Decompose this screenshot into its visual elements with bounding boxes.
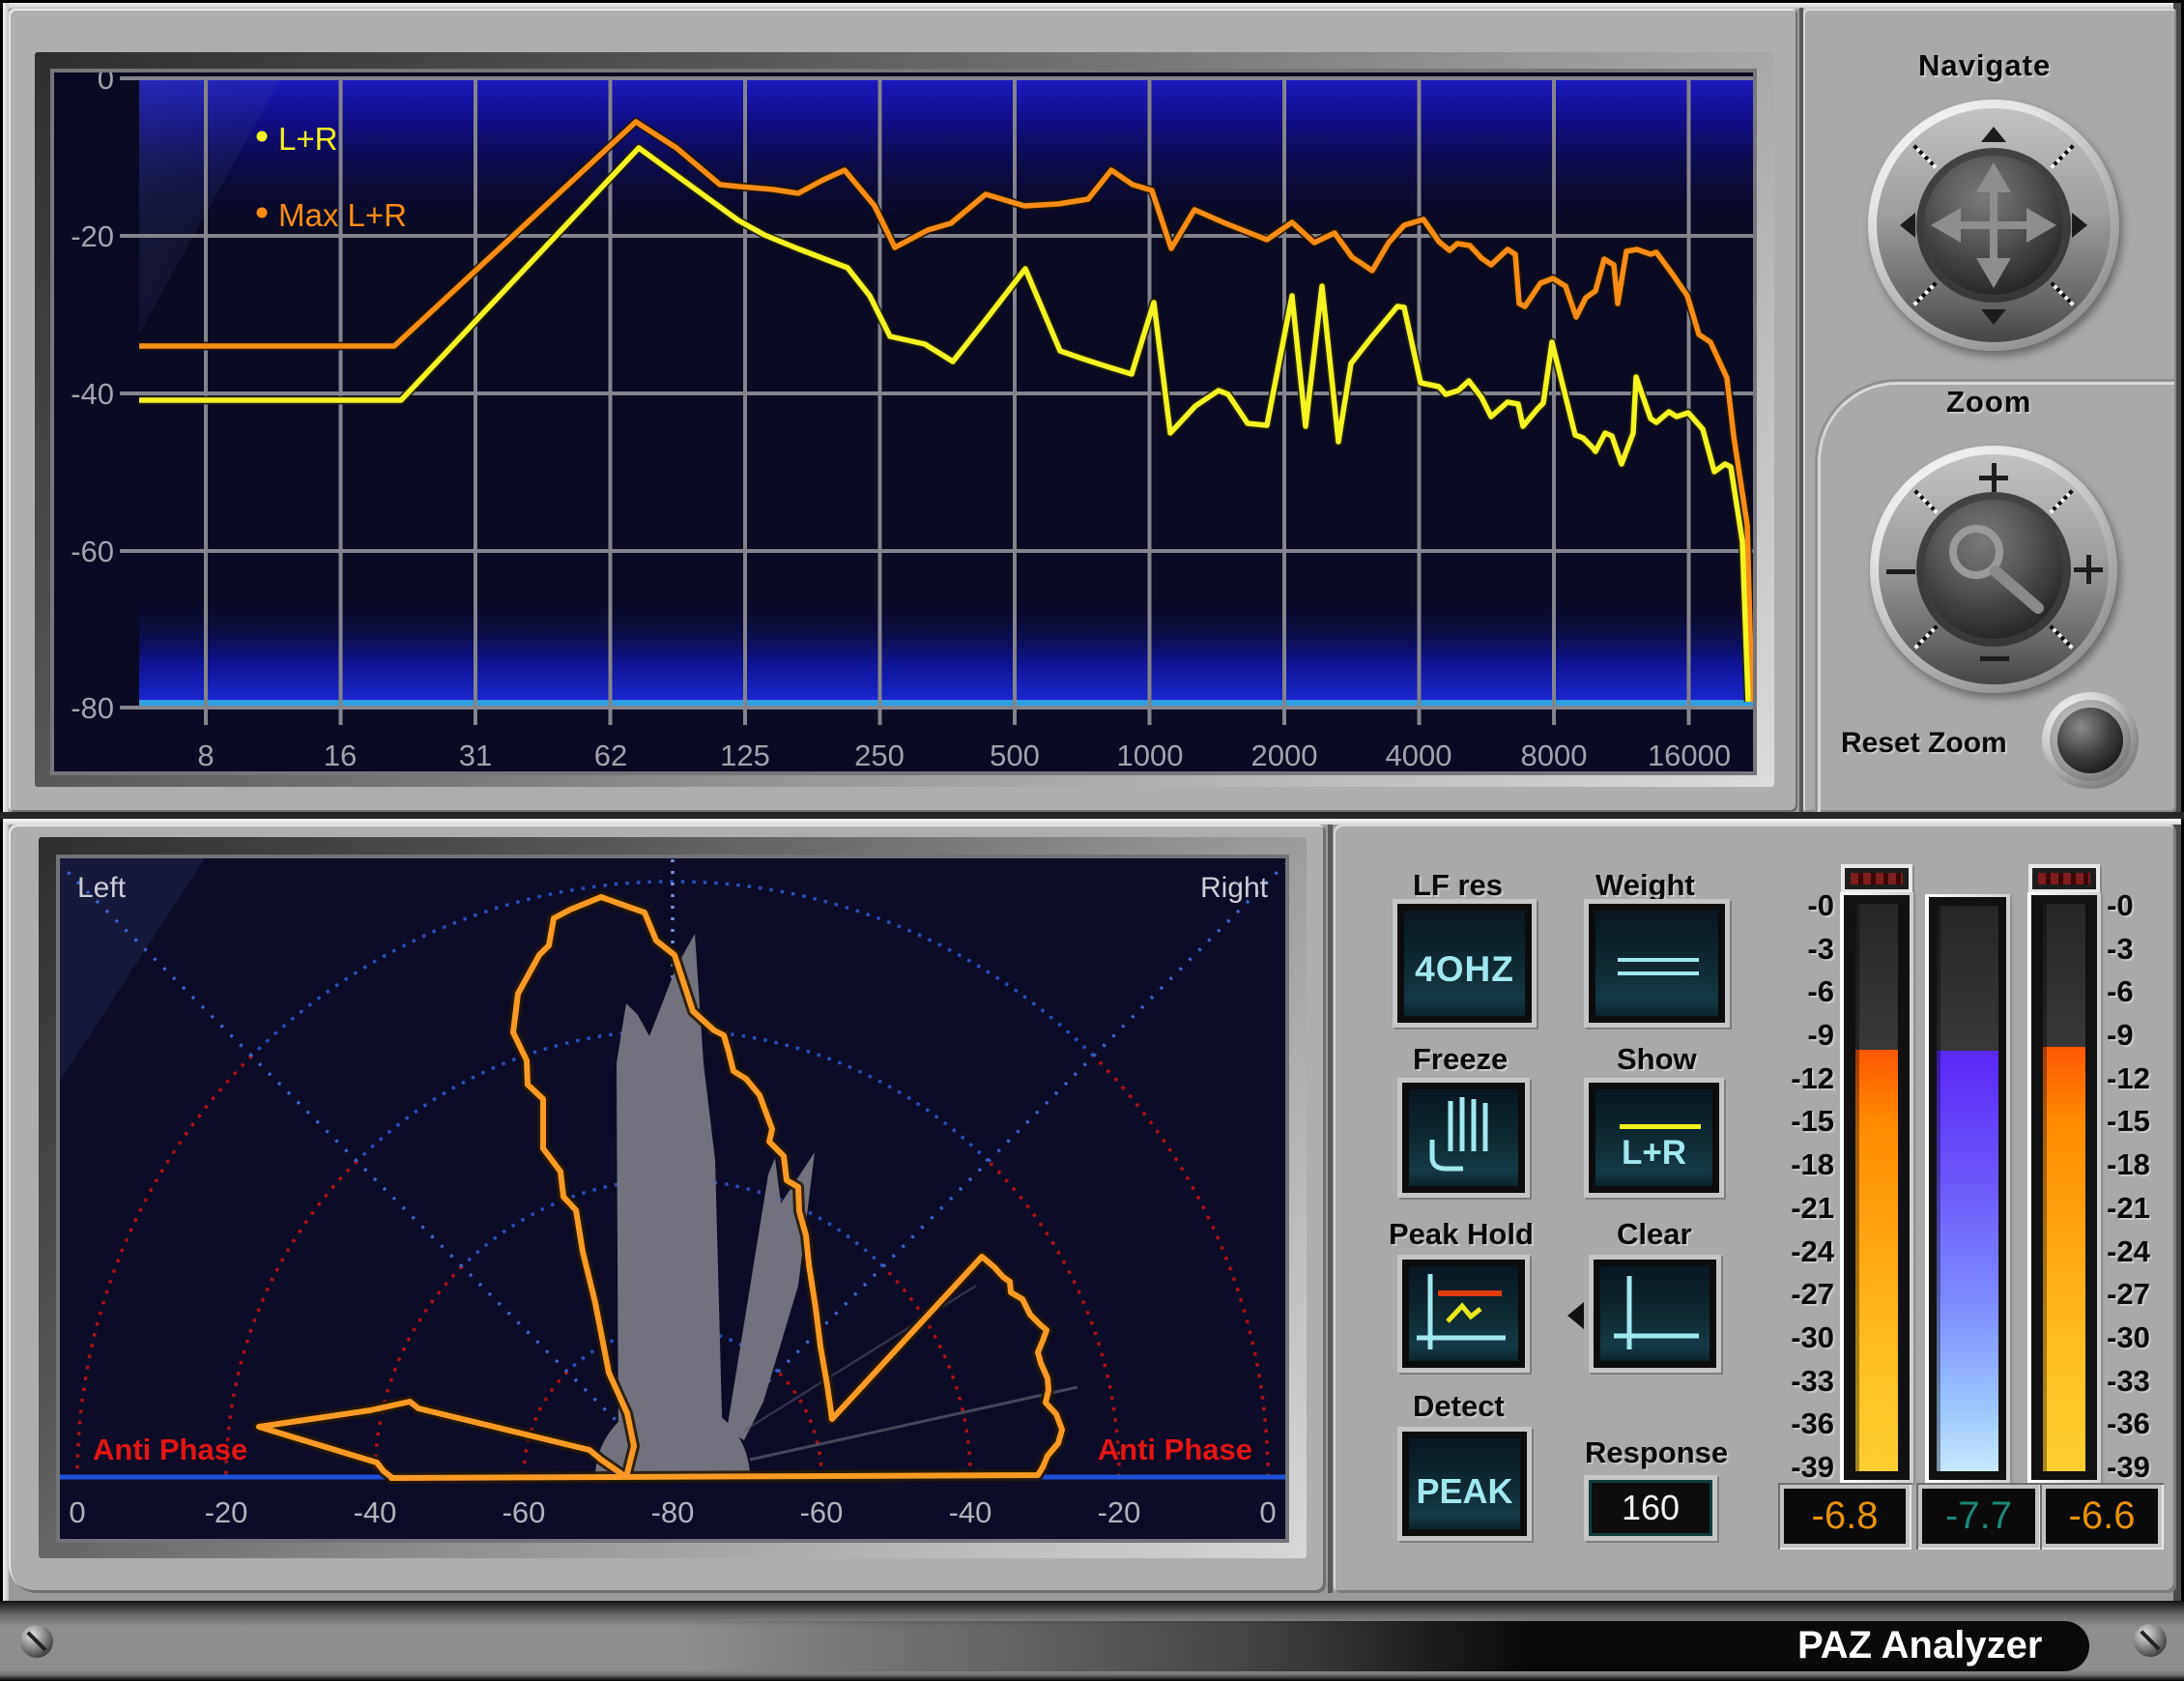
svg-text:L+R: L+R: [278, 121, 337, 157]
svg-text:Left: Left: [77, 872, 127, 904]
svg-text:Anti Phase: Anti Phase: [93, 1433, 247, 1466]
svg-text:16000: 16000: [1648, 739, 1731, 771]
svg-text:8000: 8000: [1521, 739, 1588, 771]
svg-text:-40: -40: [354, 1495, 397, 1529]
svg-text:8: 8: [197, 739, 214, 771]
svg-text:-80: -80: [71, 691, 114, 725]
svg-text:16: 16: [324, 739, 357, 771]
svg-text:-60: -60: [503, 1495, 546, 1529]
svg-text:500: 500: [990, 739, 1040, 771]
svg-text:0: 0: [98, 72, 114, 96]
svg-text:Right: Right: [1200, 872, 1269, 904]
svg-text:Max L+R: Max L+R: [278, 197, 407, 233]
svg-text:0: 0: [69, 1495, 85, 1529]
svg-text:125: 125: [720, 739, 770, 771]
svg-text:2000: 2000: [1251, 739, 1318, 771]
svg-text:-60: -60: [71, 535, 114, 568]
svg-text:-40: -40: [949, 1495, 992, 1529]
svg-text:62: 62: [594, 739, 627, 771]
svg-text:-20: -20: [1098, 1495, 1141, 1529]
svg-text:0: 0: [1259, 1495, 1276, 1529]
svg-text:250: 250: [854, 739, 905, 771]
svg-text:-60: -60: [800, 1495, 844, 1529]
svg-text:-80: -80: [651, 1495, 695, 1529]
svg-text:Anti Phase: Anti Phase: [1098, 1433, 1252, 1466]
svg-text:4000: 4000: [1386, 739, 1452, 771]
svg-text:1000: 1000: [1117, 739, 1184, 771]
svg-text:31: 31: [459, 739, 492, 771]
svg-text:-20: -20: [71, 219, 114, 253]
svg-text:-40: -40: [71, 377, 114, 411]
svg-text:-20: -20: [205, 1495, 248, 1529]
